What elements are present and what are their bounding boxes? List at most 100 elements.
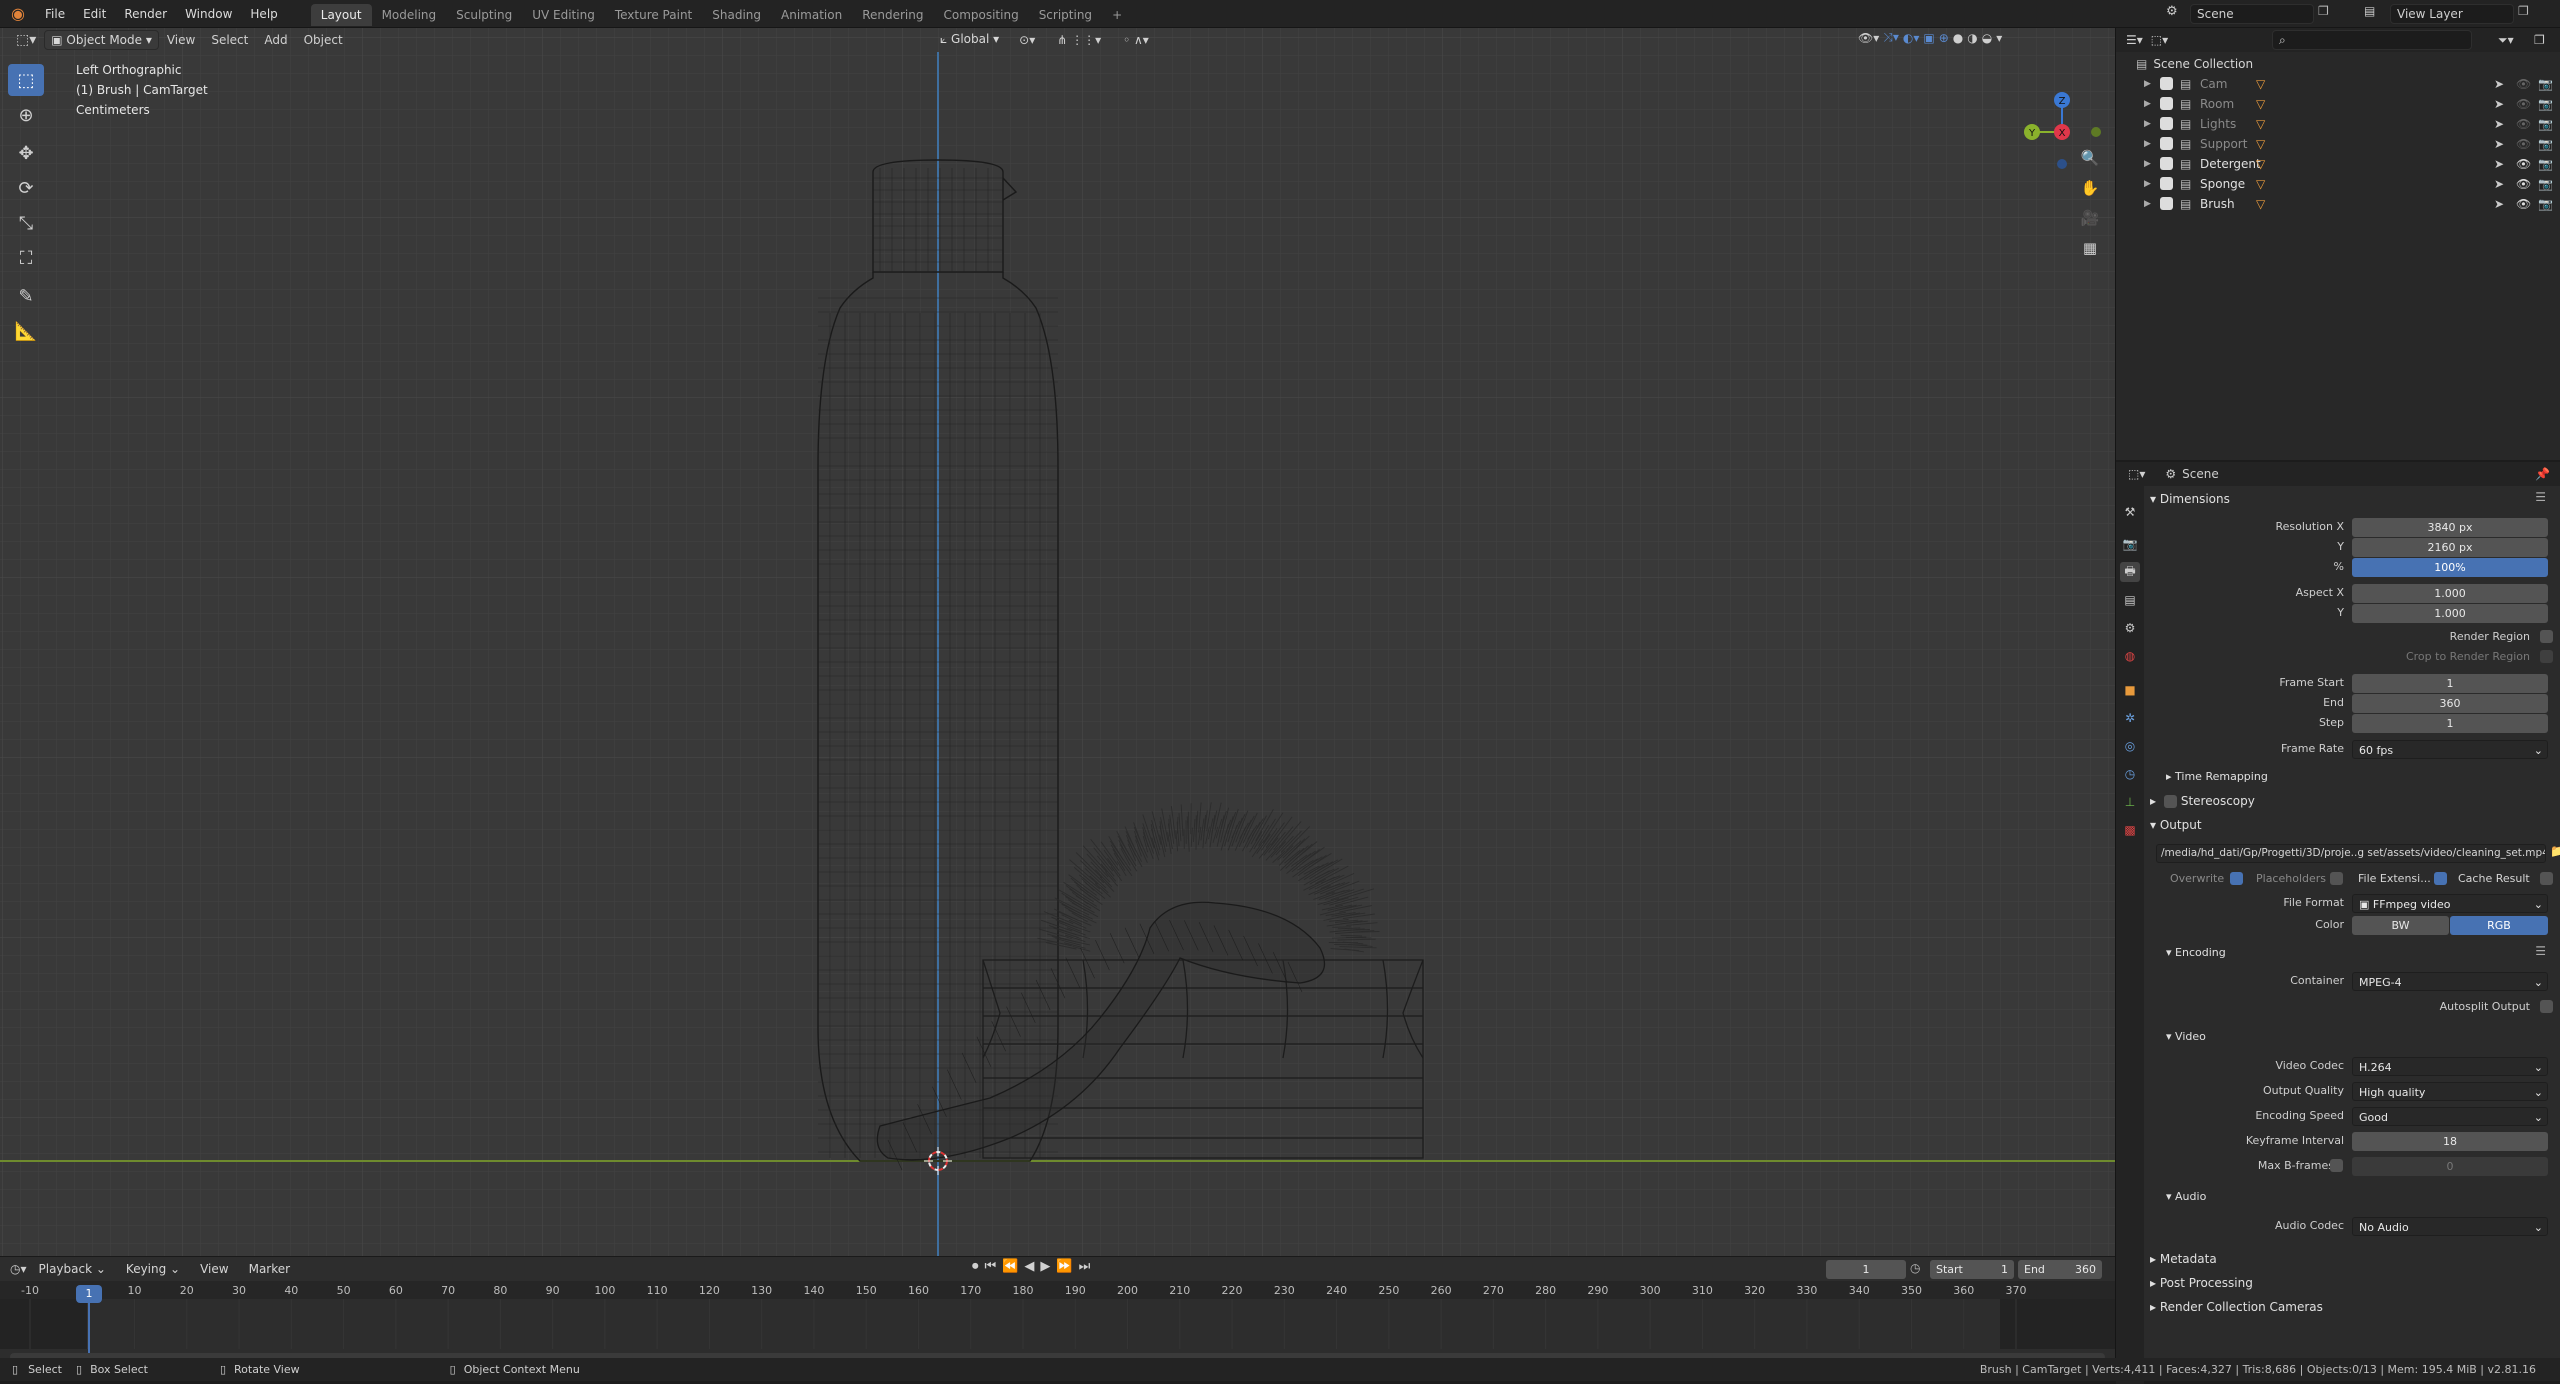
properties-editor-icon[interactable]: ⬚▾ bbox=[2128, 467, 2145, 481]
keyframe-interval-field[interactable]: 18 bbox=[2352, 1132, 2548, 1151]
viewport-menu-select[interactable]: Select bbox=[203, 33, 256, 47]
render-cameras-section[interactable]: ▸ Render Collection Cameras bbox=[2150, 1300, 2323, 1314]
cursor-tool-icon[interactable]: ⊕ bbox=[8, 99, 44, 131]
tab-sculpting[interactable]: Sculpting bbox=[446, 4, 522, 26]
next-keyframe-icon[interactable]: ⏩ bbox=[1056, 1259, 1072, 1274]
autosplit-checkbox[interactable] bbox=[2540, 1000, 2553, 1013]
menu-help[interactable]: Help bbox=[241, 0, 286, 28]
output-quality-dropdown[interactable]: High quality⌄ bbox=[2352, 1082, 2548, 1101]
folder-icon[interactable]: 📁 bbox=[2550, 844, 2560, 858]
visibility-eye-icon[interactable]: 👁 bbox=[2516, 177, 2531, 191]
outliner-editor-icon[interactable]: ☰▾ bbox=[2126, 33, 2143, 47]
color-bw-button[interactable]: BW bbox=[2352, 916, 2449, 935]
output-tab-icon[interactable]: 🖶 bbox=[2120, 562, 2140, 582]
exclude-checkbox[interactable] bbox=[2160, 97, 2173, 110]
pan-hand-icon[interactable]: ✋ bbox=[2076, 174, 2104, 202]
tab-uv-editing[interactable]: UV Editing bbox=[522, 4, 605, 26]
object-mode-dropdown[interactable]: ▣ Object Mode ▾ bbox=[44, 30, 159, 50]
post-processing-section[interactable]: ▸ Post Processing bbox=[2150, 1276, 2253, 1290]
stereoscopy-section[interactable]: ▸ Stereoscopy bbox=[2150, 794, 2255, 808]
outliner-item-detergent[interactable]: ▶▤Detergent▽➤👁📷 bbox=[2116, 154, 2560, 174]
copy-scene-icon[interactable]: ❐ bbox=[2318, 4, 2336, 24]
tab-compositing[interactable]: Compositing bbox=[933, 4, 1028, 26]
audio-codec-dropdown[interactable]: No Audio⌄ bbox=[2352, 1217, 2548, 1236]
proportional-edit-icon[interactable]: ◦ ∧▾ bbox=[1115, 33, 1157, 47]
resolution-y-field[interactable]: 2160 px bbox=[2352, 538, 2548, 557]
annotate-tool-icon[interactable]: ✎ bbox=[8, 280, 44, 312]
file-format-dropdown[interactable]: ▣ FFmpeg video⌄ bbox=[2352, 894, 2548, 913]
scene-icon[interactable]: ⚙ bbox=[2166, 4, 2186, 24]
outliner-search-input[interactable]: ⌕ bbox=[2272, 30, 2472, 50]
output-section-header[interactable]: ▾ Output bbox=[2150, 818, 2202, 832]
render-region-checkbox[interactable] bbox=[2540, 630, 2553, 643]
constraints-tab-icon[interactable]: ⊥ bbox=[2120, 792, 2140, 812]
tab-modeling[interactable]: Modeling bbox=[372, 4, 447, 26]
render-camera-icon[interactable]: 📷 bbox=[2538, 197, 2553, 211]
placeholders-checkbox[interactable] bbox=[2330, 872, 2343, 885]
prev-keyframe-icon[interactable]: ⏪ bbox=[1002, 1259, 1018, 1274]
exclude-checkbox[interactable] bbox=[2160, 117, 2173, 130]
visibility-icon[interactable]: 👁▾ bbox=[1858, 31, 1879, 45]
render-camera-icon[interactable]: 📷 bbox=[2538, 97, 2553, 111]
visibility-eye-icon[interactable]: 👁 bbox=[2516, 77, 2531, 91]
viewport-menu-view[interactable]: View bbox=[159, 33, 203, 47]
menu-edit[interactable]: Edit bbox=[74, 0, 115, 28]
encoding-section-header[interactable]: ▾ Encoding bbox=[2166, 946, 2226, 959]
frame-step-field[interactable]: 1 bbox=[2352, 714, 2548, 733]
preview-range-icon[interactable]: ◷ bbox=[1910, 1261, 1920, 1275]
outliner-item-cam[interactable]: ▶▤Cam▽➤👁📷 bbox=[2116, 74, 2560, 94]
aspect-y-field[interactable]: 1.000 bbox=[2352, 604, 2548, 623]
render-camera-icon[interactable]: 📷 bbox=[2538, 117, 2553, 131]
frame-rate-dropdown[interactable]: 60 fps⌄ bbox=[2352, 740, 2548, 759]
3d-viewport[interactable]: ⬚▾ ▣ Object Mode ▾ View Select Add Objec… bbox=[0, 28, 2115, 1256]
file-extensions-checkbox[interactable] bbox=[2434, 872, 2447, 885]
video-codec-dropdown[interactable]: H.264⌄ bbox=[2352, 1057, 2548, 1076]
measure-tool-icon[interactable]: 📐 bbox=[8, 315, 44, 347]
timeline-view-menu[interactable]: View bbox=[192, 1262, 236, 1276]
tab-texture-paint[interactable]: Texture Paint bbox=[605, 4, 702, 26]
render-camera-icon[interactable]: 📷 bbox=[2538, 77, 2553, 91]
view-layer-selector[interactable]: View Layer bbox=[2390, 4, 2514, 24]
output-path-input[interactable]: /media/hd_dati/Gp/Progetti/3D/proje..g s… bbox=[2156, 844, 2546, 863]
play-reverse-icon[interactable]: ◀ bbox=[1024, 1259, 1034, 1274]
encoding-speed-dropdown[interactable]: Good⌄ bbox=[2352, 1107, 2548, 1126]
selectable-arrow-icon[interactable]: ➤ bbox=[2494, 197, 2504, 211]
exclude-checkbox[interactable] bbox=[2160, 137, 2173, 150]
zoom-icon[interactable]: 🔍 bbox=[2076, 144, 2104, 172]
transform-orientation-dropdown[interactable]: ⟀ Global ▾ bbox=[934, 30, 1005, 50]
selectable-arrow-icon[interactable]: ➤ bbox=[2494, 157, 2504, 171]
overwrite-checkbox[interactable] bbox=[2230, 872, 2243, 885]
visibility-eye-icon[interactable]: 👁 bbox=[2516, 197, 2531, 211]
viewport-menu-add[interactable]: Add bbox=[256, 33, 295, 47]
expand-arrow-icon[interactable]: ▶ bbox=[2144, 179, 2151, 189]
scene-selector[interactable]: Scene bbox=[2190, 4, 2314, 24]
container-dropdown[interactable]: MPEG-4⌄ bbox=[2352, 972, 2548, 991]
start-frame-field[interactable]: Start1 bbox=[1930, 1260, 2014, 1279]
max-bframes-checkbox[interactable] bbox=[2330, 1159, 2343, 1172]
metadata-section[interactable]: ▸ Metadata bbox=[2150, 1252, 2217, 1266]
display-mode-icon[interactable]: ⬚▾ bbox=[2151, 33, 2168, 47]
xray-toggle-icon[interactable]: ▣ bbox=[1923, 31, 1934, 45]
timeline-track[interactable]: -101020304050607080901001101201301401501… bbox=[0, 1281, 2115, 1367]
frame-end-field[interactable]: 360 bbox=[2352, 694, 2548, 713]
aspect-x-field[interactable]: 1.000 bbox=[2352, 584, 2548, 603]
selectable-arrow-icon[interactable]: ➤ bbox=[2494, 117, 2504, 131]
view-layer-tab-icon[interactable]: ▤ bbox=[2120, 590, 2140, 610]
render-camera-icon[interactable]: 📷 bbox=[2538, 137, 2553, 151]
visibility-eye-icon[interactable]: 👁 bbox=[2516, 137, 2531, 151]
pin-icon[interactable]: 📌 bbox=[2535, 467, 2550, 481]
snap-icon[interactable]: ⋔ ⋮⋮▾ bbox=[1049, 33, 1109, 47]
record-icon[interactable]: ⏺ bbox=[972, 1259, 979, 1274]
timeline-marker-menu[interactable]: Marker bbox=[241, 1262, 298, 1276]
render-camera-icon[interactable]: 📷 bbox=[2538, 157, 2553, 171]
expand-arrow-icon[interactable]: ▶ bbox=[2144, 119, 2151, 129]
editor-type-icon[interactable]: ⬚▾ bbox=[8, 32, 44, 48]
cache-result-checkbox[interactable] bbox=[2540, 872, 2553, 885]
audio-section-header[interactable]: ▾ Audio bbox=[2166, 1190, 2206, 1203]
tab-animation[interactable]: Animation bbox=[771, 4, 852, 26]
new-collection-icon[interactable]: ❐ bbox=[2534, 33, 2545, 47]
resolution-x-field[interactable]: 3840 px bbox=[2352, 518, 2548, 537]
world-tab-icon[interactable]: ◍ bbox=[2120, 646, 2140, 666]
transform-tool-icon[interactable]: ⛶ bbox=[8, 242, 44, 274]
timeline-editor-icon[interactable]: ◷▾ bbox=[10, 1262, 27, 1276]
